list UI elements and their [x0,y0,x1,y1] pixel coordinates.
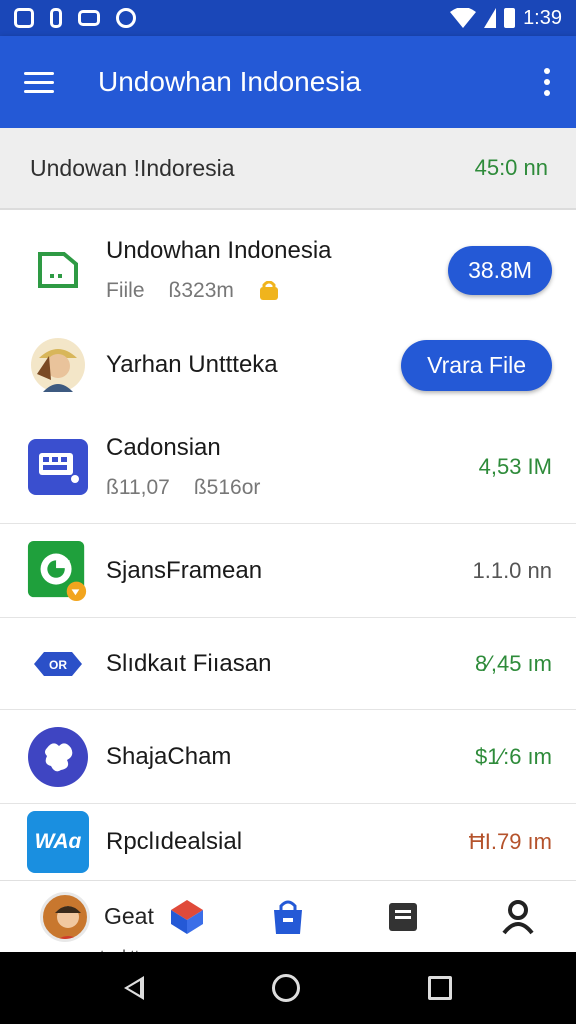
status-time: 1:39 [523,6,562,29]
summary-header[interactable]: Undowan !Indoresia 45:0 nn [0,128,576,210]
notification-icon [50,8,62,28]
document-icon [26,238,90,302]
person-icon[interactable] [461,899,576,935]
bottom-nav-profile[interactable]: Geat teal:tteras [0,891,230,960]
refresh-app-icon [26,539,90,603]
list-item[interactable]: ShajaCham $1⁄:6 ım [0,710,576,804]
list-item[interactable]: Yarhan Unttteka Vrara File [0,320,576,410]
hamburger-icon[interactable] [24,71,54,93]
bottom-nav-label: Geat [104,903,154,929]
list-item-meta-2: ß516or [193,475,261,499]
voicemail-icon [78,10,100,26]
list-item[interactable]: OR Slıdkaıt Fiıasan 8⁄,45 ım [0,618,576,710]
list-item[interactable]: WAɑ Rpclıdealsial ĦI.79 ım [0,804,576,880]
list-item[interactable]: SjansFramean 1.1.0 nn [0,524,576,618]
size-badge[interactable]: 38.8M [448,245,552,295]
sync-icon [116,8,136,28]
app-bar: Undowhan Indonesia [0,36,576,128]
list-item-title: Slıdkaıt Fiıasan [106,649,272,677]
shopping-bag-icon[interactable] [230,898,345,936]
view-file-button[interactable]: Vrara File [401,339,552,391]
list-item[interactable]: Undowhan Indonesia Fiile ß323m 38.8M [0,220,576,320]
system-navigation-bar [0,952,576,1024]
list-item-meta-1: ß11,07 [106,475,170,499]
list-item-title: ShajaCham [106,742,232,770]
sim-icon [14,8,34,28]
avatar-icon [26,333,90,397]
recents-icon[interactable] [428,976,452,1000]
list-item-value: $1⁄:6 ım [474,743,552,769]
inbox-icon[interactable] [345,901,460,933]
list-item-type: Fiile [106,279,145,302]
battery-icon [504,8,516,28]
list-item-value: 4,53 IM [478,453,552,479]
wa-icon-label: WAɑ [27,811,89,873]
wa-icon: WAɑ [26,810,90,874]
list-item-title: Rpclıdealsial [106,828,243,855]
lock-icon [259,281,278,300]
list-item-title: Cadonsian [106,433,221,461]
list-item[interactable]: Cadonsian ß11,07 ß516or 4,53 IM [0,410,576,524]
list-item-title: Undowhan Indonesia [106,237,332,264]
list-item-title: SjansFramean [106,556,263,584]
status-bar: 1:39 [0,0,576,36]
back-icon[interactable] [124,976,144,1000]
avatar [40,891,90,942]
summary-title: Undowan !Indoresia [30,154,235,181]
cube-icon[interactable] [168,898,206,936]
more-vert-icon[interactable] [542,68,552,96]
list-item-value: 8⁄,45 ım [474,650,552,676]
app-bar-title: Undowhan Indonesia [98,66,362,97]
list-item-size: ß323m [168,279,234,302]
bottom-navigation: Geat teal:tteras [0,880,576,960]
wifi-icon [450,8,477,28]
list-item-title: Yarhan Unttteka [106,351,278,378]
puzzle-icon [26,725,90,789]
keyboard-icon [26,435,90,499]
list-item-value: 1.1.0 nn [472,557,552,583]
home-icon[interactable] [272,974,300,1002]
list-item-value: ĦI.79 ım [468,829,552,854]
svg-text:OR: OR [49,658,67,672]
summary-value: 45:0 nn [474,155,548,180]
badge-icon: OR [26,632,90,696]
signal-icon [484,8,497,28]
